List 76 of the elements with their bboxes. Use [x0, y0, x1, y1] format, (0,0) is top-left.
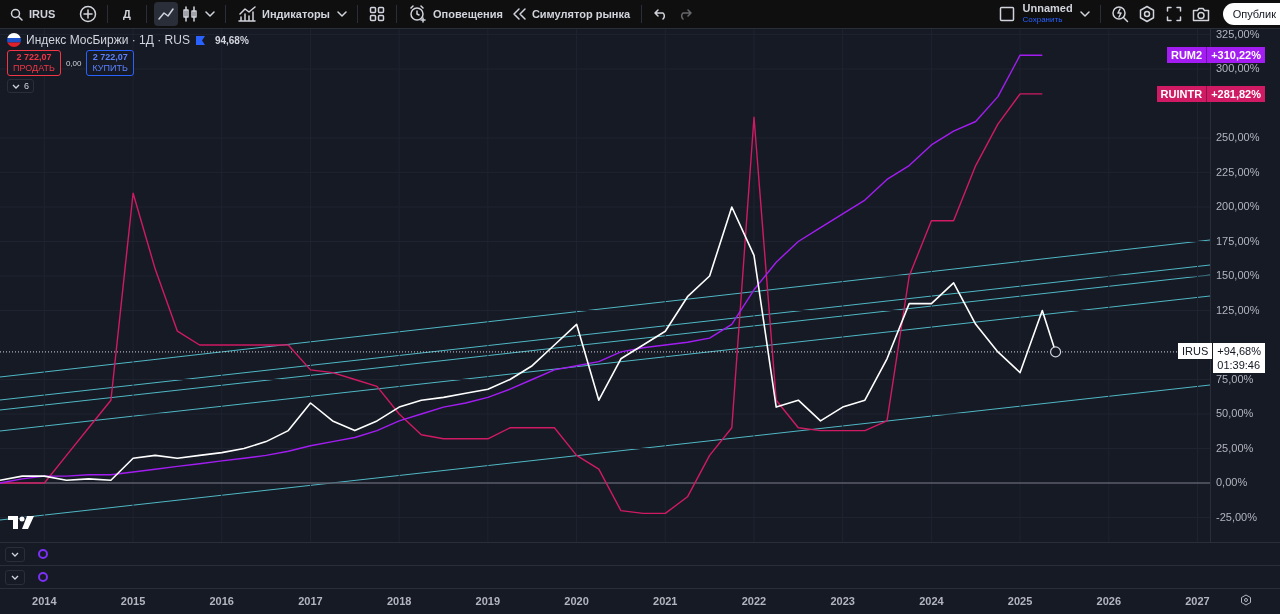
axis-label: 2025: [1006, 595, 1034, 607]
chevron-down-icon: [11, 574, 19, 580]
axis-label: 2024: [918, 595, 945, 607]
axis-label: 150,00%: [1216, 269, 1260, 281]
collapse-button[interactable]: [5, 546, 25, 562]
fullscreen-icon: [1165, 6, 1182, 22]
axis-label: 225,00%: [1216, 165, 1260, 178]
collapse-button[interactable]: [5, 569, 25, 585]
grid-icon: [369, 6, 385, 22]
axis-label: 175,00%: [1216, 234, 1260, 247]
axis-label: 50,00%: [1216, 407, 1254, 419]
redo-icon: [678, 8, 693, 20]
axis-label: 200,00%: [1216, 200, 1260, 212]
interval-button[interactable]: Д: [115, 2, 139, 26]
sell-button[interactable]: 2 722,07 ПРОДАТЬ: [7, 50, 61, 76]
axis-label: 2027: [1184, 595, 1211, 607]
flag-icon: [7, 33, 21, 47]
symbol-tag: IRUS: [1178, 342, 1213, 359]
axis-label: 2018: [385, 595, 413, 607]
settings-icon: [1137, 5, 1156, 23]
camera-icon: [1191, 6, 1210, 22]
series-tag: RUM2: [1166, 47, 1208, 64]
bookmark-flag-icon: [194, 34, 206, 46]
axis-label: 2019: [474, 595, 502, 607]
axis-label: 0,00%: [1216, 476, 1248, 488]
axis-label: 2026: [1095, 595, 1123, 607]
ring-icon: [37, 571, 49, 583]
symbol-search[interactable]: IRUS: [6, 2, 76, 26]
symbol-title: Индекс МосБиржи · 1Д · RUS: [26, 33, 190, 47]
series-tag: RUINTR: [1156, 85, 1208, 102]
axis-label: 2017: [297, 595, 324, 607]
alerts-button[interactable]: Оповещения: [404, 2, 507, 26]
axis-label: 2023: [829, 595, 856, 607]
axis-label: 2016: [208, 595, 235, 607]
axis-label: 75,00%: [1216, 372, 1254, 385]
last-point-marker: [1050, 346, 1062, 358]
indicators-button[interactable]: Индикаторы: [233, 2, 334, 26]
candles-icon: [181, 5, 199, 23]
lightning-search-icon: [1110, 5, 1129, 23]
spread-value: 0,00: [65, 58, 82, 68]
chevron-down-icon: [337, 11, 347, 17]
chevron-down-icon: [1079, 11, 1090, 17]
chevron-down-icon: [205, 11, 215, 17]
axis-label: 2014: [31, 595, 58, 607]
axis-label: -25,00%: [1216, 510, 1257, 523]
rewind-icon: [510, 7, 527, 21]
line-chart-icon: [157, 5, 175, 23]
alarm-clock-icon: [408, 5, 428, 23]
publish-button[interactable]: Опублик: [1222, 3, 1280, 25]
logo-icon: [8, 516, 34, 530]
last-price-tag: +94,68% 01:39:46: [1213, 342, 1265, 373]
axis-label: 25,00%: [1216, 441, 1254, 454]
indicators-icon: [237, 5, 257, 23]
change-value: 94,68%: [214, 34, 249, 46]
axis-label: 2015: [119, 595, 147, 607]
axis-label: 250,00%: [1216, 131, 1260, 143]
price-tag: +310,22%: [1207, 47, 1265, 64]
ring-icon: [37, 548, 49, 560]
axis-label: 2021: [652, 595, 679, 607]
axis-label: 300,00%: [1216, 62, 1260, 74]
axis-label: 325,00%: [1216, 27, 1260, 40]
plus-circle-icon: [79, 5, 97, 23]
settings-icon: [1240, 594, 1252, 606]
chevron-down-icon: [12, 83, 20, 89]
search-icon: [10, 7, 23, 21]
chevron-down-icon: [11, 551, 19, 557]
price-tag: +281,82%: [1207, 85, 1265, 102]
indicators-toggle[interactable]: 6: [7, 79, 34, 93]
buy-button[interactable]: 2 722,07 КУПИТЬ: [86, 50, 134, 76]
axis-label: 2020: [563, 595, 590, 607]
layout-name-button[interactable]: Unnamed Сохранить: [1018, 2, 1077, 26]
replay-button[interactable]: Симулятор рынка: [506, 2, 635, 26]
chart-style-button[interactable]: [154, 2, 178, 26]
square-icon: [998, 6, 1015, 22]
axis-label: 2022: [740, 595, 768, 607]
axis-label: 125,00%: [1216, 303, 1260, 316]
